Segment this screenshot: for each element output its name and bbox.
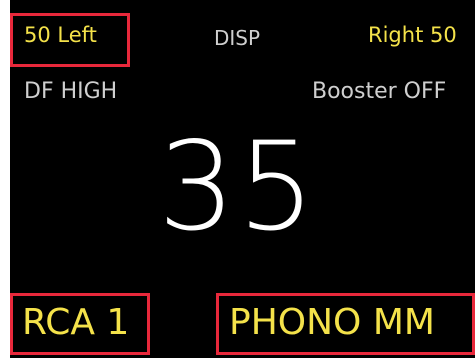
- left-balance-label[interactable]: 50 Left: [24, 25, 97, 46]
- input-selector-right[interactable]: PHONO MM: [229, 305, 435, 341]
- right-balance-label[interactable]: Right 50: [368, 25, 457, 46]
- damping-factor-label: DF HIGH: [24, 79, 118, 104]
- display-button[interactable]: DISP: [214, 28, 260, 48]
- booster-status-label: Booster OFF: [312, 79, 447, 104]
- input-selector-left[interactable]: RCA 1: [22, 305, 129, 341]
- amplifier-display-screen: 50 Left DISP Right 50 DF HIGH Booster OF…: [0, 0, 475, 358]
- volume-level: 35: [157, 116, 318, 258]
